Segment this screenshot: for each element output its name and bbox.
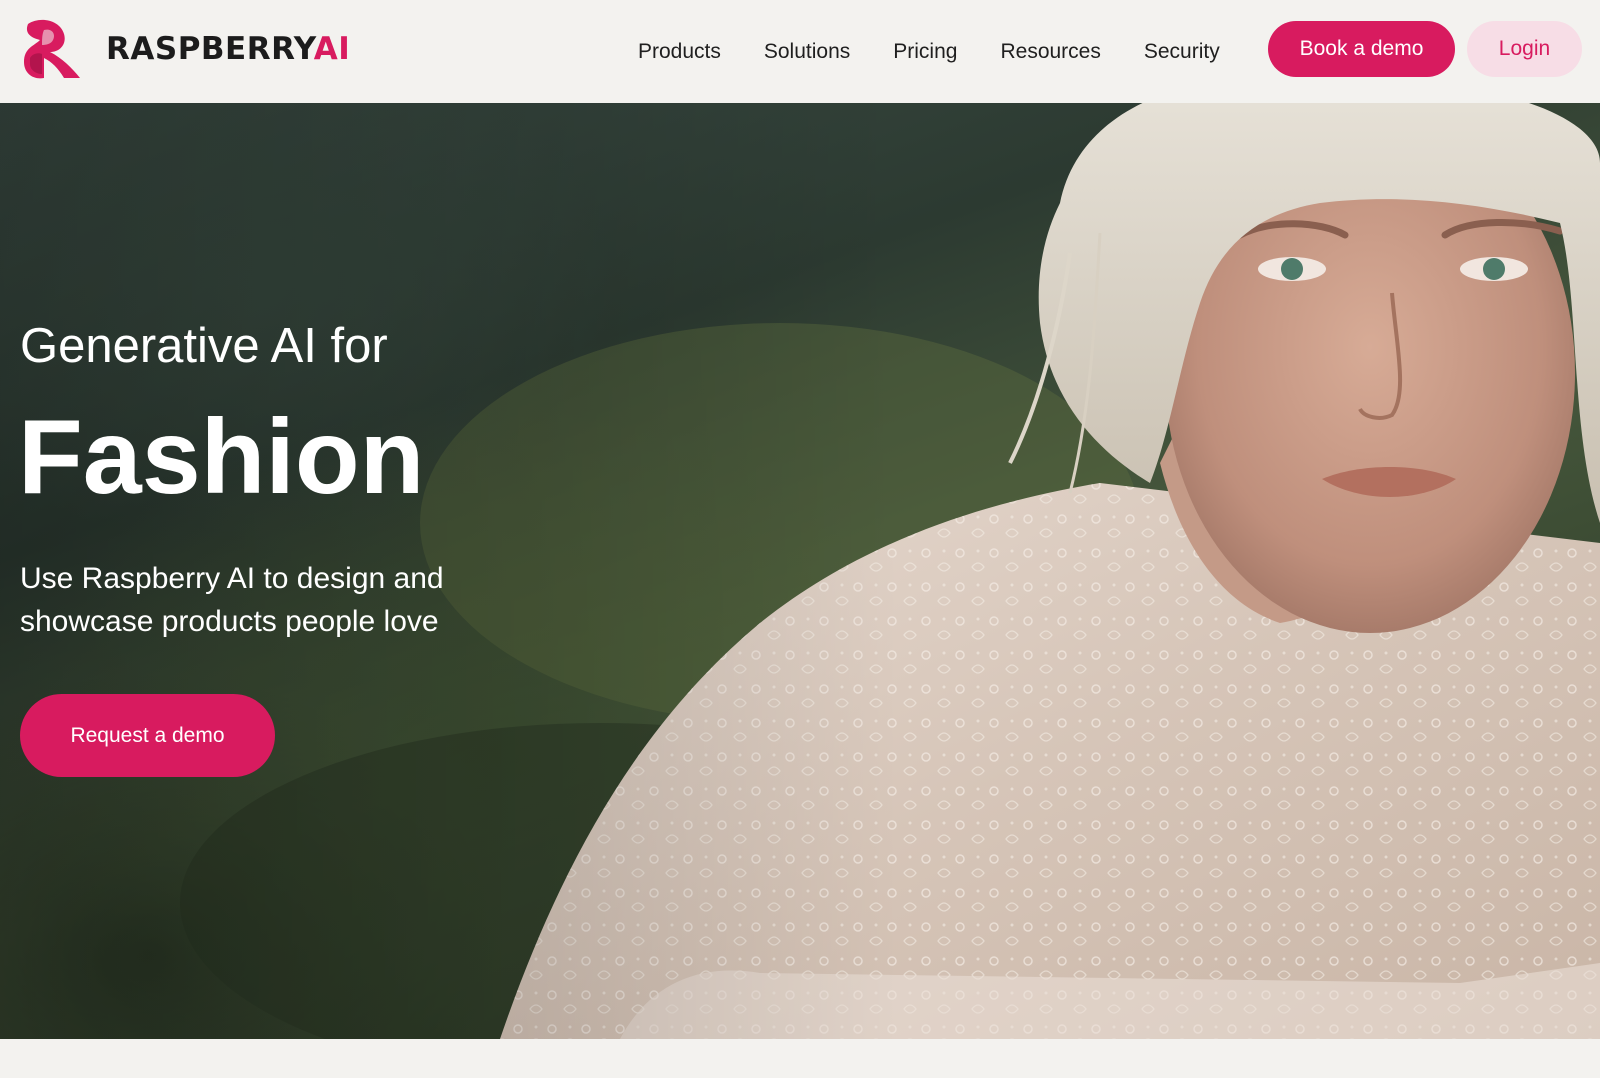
nav-item-resources[interactable]: Resources: [1000, 40, 1100, 64]
raspberry-logo-icon: [24, 19, 80, 79]
nav-item-products[interactable]: Products: [638, 40, 721, 64]
hero-title: Fashion: [18, 398, 425, 516]
request-demo-button[interactable]: Request a demo: [20, 694, 275, 777]
hero-section: Generative AI for Fashion Use Raspberry …: [0, 103, 1600, 1039]
page: RASPBERRYAI Products Solutions Pricing R…: [0, 0, 1600, 1078]
hero-kicker: Generative AI for: [20, 319, 388, 373]
brand-wordmark: RASPBERRYAI: [106, 31, 350, 67]
next-section-strip: [0, 1039, 1600, 1078]
hero-subtitle: Use Raspberry AI to design and showcase …: [20, 562, 444, 638]
brand-name-accent: AI: [313, 31, 351, 67]
nav-item-pricing[interactable]: Pricing: [893, 40, 957, 64]
brand-name-main: RASPBERRY: [106, 31, 314, 67]
book-demo-button[interactable]: Book a demo: [1268, 21, 1455, 77]
brand-logo[interactable]: RASPBERRYAI: [20, 18, 350, 80]
nav-item-security[interactable]: Security: [1144, 40, 1220, 64]
main-nav: Products Solutions Pricing Resources Sec…: [638, 0, 1220, 103]
nav-item-solutions[interactable]: Solutions: [764, 40, 850, 64]
login-button[interactable]: Login: [1467, 21, 1582, 77]
site-header: RASPBERRYAI Products Solutions Pricing R…: [0, 0, 1600, 103]
